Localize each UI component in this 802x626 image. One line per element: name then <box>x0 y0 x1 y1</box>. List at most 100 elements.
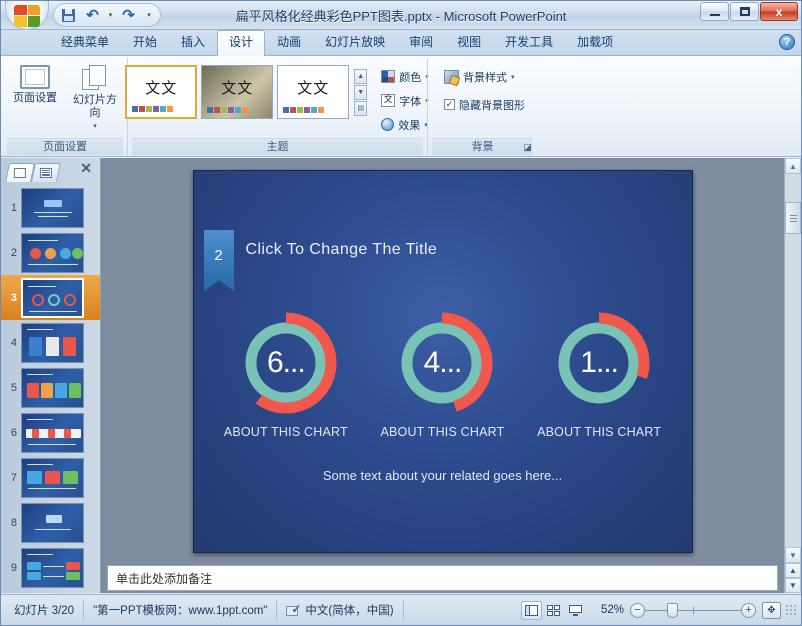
zoom-out-button[interactable]: − <box>630 602 645 618</box>
theme-thumbnail-3[interactable]: 文文 <box>277 65 350 119</box>
slide-thumbnail[interactable] <box>21 457 84 498</box>
theme-swatches <box>283 107 325 113</box>
donut-center-value: 4... <box>423 346 463 379</box>
tab-addins[interactable]: 加载项 <box>565 30 625 55</box>
ribbon-tab-bar: 经典菜单 开始 插入 设计 动画 幻灯片放映 审阅 视图 开发工具 加载项 ? <box>1 30 801 56</box>
donut-caption: ABOUT THIS CHART <box>380 425 505 439</box>
page-setup-label: 页面设置 <box>13 92 57 104</box>
list-item[interactable]: 5 <box>1 365 100 410</box>
help-button[interactable]: ? <box>779 34 795 50</box>
close-button[interactable]: x <box>760 2 798 21</box>
powerpoint-window: ↶ ▾ ↷ ▾ 扁平风格化经典彩色PPT图表.pptx - Microsoft … <box>0 0 802 626</box>
slide-thumbnail[interactable] <box>21 277 84 318</box>
status-theme-name[interactable]: "第一PPT模板网：www.1ppt.com" <box>84 600 278 620</box>
donut-chart-3[interactable]: 1... ABOUT THIS CHART <box>529 311 669 439</box>
slide-number: 8 <box>10 516 17 529</box>
notes-placeholder[interactable]: 单击此处添加备注 <box>107 565 778 591</box>
slide-thumbnail[interactable] <box>21 367 84 408</box>
slide-thumbnail[interactable] <box>21 322 84 363</box>
group-label-background: 背景 <box>432 138 533 155</box>
view-normal-button[interactable] <box>521 600 542 620</box>
scrollbar-thumb[interactable] <box>785 202 801 234</box>
slide-thumbnail[interactable] <box>21 502 84 543</box>
donut-center-value: 1... <box>580 346 619 379</box>
scrollbar-track[interactable] <box>785 174 801 547</box>
slide-thumbnail[interactable] <box>21 547 84 588</box>
donut-caption: ABOUT THIS CHART <box>223 425 348 439</box>
list-item[interactable]: 3 <box>1 275 100 320</box>
maximize-button[interactable] <box>730 2 759 21</box>
donut-caption: ABOUT THIS CHART <box>537 425 662 439</box>
list-item[interactable]: 8 <box>1 500 100 545</box>
view-slide-sorter-button[interactable] <box>543 601 564 620</box>
zoom-slider[interactable] <box>645 602 741 618</box>
theme-effects-button[interactable]: 效果 ▾ <box>377 114 433 135</box>
resize-grip[interactable] <box>785 604 797 616</box>
tab-outline[interactable] <box>30 163 62 182</box>
tab-insert[interactable]: 插入 <box>169 30 217 55</box>
list-item[interactable]: 7 <box>1 455 100 500</box>
slide-thumbnail[interactable] <box>21 187 84 228</box>
background-styles-icon <box>444 69 459 84</box>
previous-slide-button[interactable]: ▲ <box>785 563 801 578</box>
theme-thumbnail-2[interactable]: 文文 <box>201 65 274 119</box>
slide-canvas[interactable]: 2 Click To Change The Title 6... ABOUT T… <box>192 170 693 553</box>
page-setup-button[interactable]: 页面设置 <box>6 62 64 108</box>
list-item[interactable]: 4 <box>1 320 100 365</box>
theme-fonts-button[interactable]: 文 字体 ▾ <box>377 90 433 111</box>
background-dialog-launcher[interactable]: ◪ <box>521 141 534 154</box>
slide-subtitle[interactable]: Some text about your related goes here..… <box>194 468 692 483</box>
donut-graphic: 6... <box>234 311 338 415</box>
gallery-more-button[interactable]: ▤ <box>354 100 368 116</box>
slide-number-badge: 2 <box>203 230 234 291</box>
minimize-button[interactable] <box>700 2 729 21</box>
list-item[interactable]: 2 <box>1 230 100 275</box>
theme-thumbnail-1[interactable]: 文文 <box>125 65 198 119</box>
vertical-scrollbar[interactable]: ▲ ▼ ▲ ▼ <box>784 158 801 593</box>
theme-gallery-scroll: ▲ ▼ ▤ <box>354 68 368 116</box>
slide-thumbnail-list[interactable]: 1 2 3 4 5 6 7 8 9 <box>1 182 100 593</box>
slide-orientation-label: 幻灯片方向 <box>73 94 117 119</box>
zoom-level[interactable]: 52% <box>592 604 630 616</box>
list-item[interactable]: 9 <box>1 545 100 590</box>
theme-colors-button[interactable]: 颜色 ▾ <box>377 66 433 87</box>
slide-title[interactable]: Click To Change The Title <box>246 241 438 259</box>
tab-home[interactable]: 开始 <box>121 30 169 55</box>
slide-thumbnail-panel: ✕ 1 2 3 4 5 6 7 8 9 <box>1 158 101 593</box>
donut-graphic: 4... <box>390 311 494 415</box>
list-item[interactable]: 1 <box>1 185 100 230</box>
scroll-down-button[interactable]: ▼ <box>785 547 801 563</box>
scroll-up-button[interactable]: ▲ <box>785 158 801 174</box>
hide-background-graphics-checkbox[interactable]: ✓ 隐藏背景图形 <box>440 94 529 115</box>
fit-slide-to-window-button[interactable]: ✥ <box>762 601 781 619</box>
tab-animations[interactable]: 动画 <box>265 30 313 55</box>
slide-panel-tabs: ✕ <box>1 158 100 182</box>
group-label-themes: 主题 <box>132 138 423 155</box>
tab-classic-menu[interactable]: 经典菜单 <box>49 30 121 55</box>
slide-thumbnail[interactable] <box>21 412 84 453</box>
tab-review[interactable]: 审阅 <box>397 30 445 55</box>
tab-slideshow[interactable]: 幻灯片放映 <box>313 30 397 55</box>
gallery-scroll-up-button[interactable]: ▲ <box>354 68 368 84</box>
tab-design[interactable]: 设计 <box>217 30 266 56</box>
close-panel-button[interactable]: ✕ <box>80 161 92 175</box>
slide-orientation-icon <box>82 65 108 91</box>
status-language[interactable]: 中文(简体，中国) <box>277 600 404 620</box>
slide-orientation-button[interactable]: 幻灯片方向 ▾ <box>66 62 124 136</box>
list-item[interactable]: 6 <box>1 410 100 455</box>
view-slideshow-button[interactable] <box>565 601 586 620</box>
zoom-slider-thumb[interactable] <box>667 602 678 618</box>
page-setup-icon <box>20 65 50 89</box>
slide-thumbnail[interactable] <box>21 232 84 273</box>
zoom-in-button[interactable]: + <box>741 602 756 618</box>
gallery-scroll-down-button[interactable]: ▼ <box>354 84 368 100</box>
status-slide-counter[interactable]: 幻灯片 3/20 <box>5 600 85 620</box>
slide-sorter-icon <box>547 604 560 616</box>
donut-chart-1[interactable]: 6... ABOUT THIS CHART <box>216 311 356 439</box>
donut-chart-2[interactable]: 4... ABOUT THIS CHART <box>372 311 512 439</box>
next-slide-button[interactable]: ▼ <box>785 578 801 593</box>
slide-editing-area[interactable]: 2 Click To Change The Title 6... ABOUT T… <box>101 158 784 593</box>
tab-developer[interactable]: 开发工具 <box>493 30 565 55</box>
tab-view[interactable]: 视图 <box>445 30 493 55</box>
background-styles-button[interactable]: 背景样式 ▾ <box>440 66 519 87</box>
